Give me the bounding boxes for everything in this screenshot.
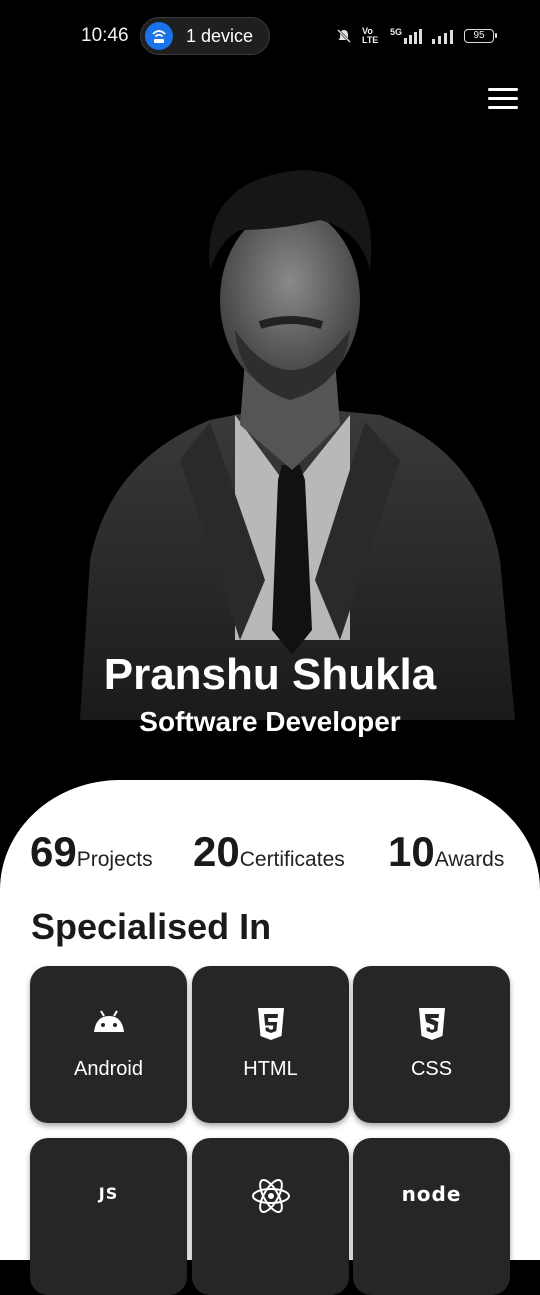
js-icon: JS [98,1184,119,1203]
stat-label: Awards [434,848,505,871]
stat-value: 69 [30,828,77,875]
android-icon [93,1010,124,1032]
stat-label: Projects [76,848,153,871]
network-label: 5G [389,27,402,37]
volte-label: Vo LTE [361,26,379,45]
nodejs-icon: node [401,1182,462,1206]
mute-bell-icon [337,29,351,43]
skill-label: Android [74,1058,143,1080]
hamburger-line [488,97,518,100]
content-sheet: 69 Projects 20 Certificates 10 Awards Sp… [0,780,540,1295]
stat-label: Certificates [239,848,345,871]
profile-photo [80,170,515,720]
html5-icon [257,1008,284,1040]
signal-icon [432,30,453,44]
system-icons: Vo LTE 5G 95 [336,26,497,46]
skill-card-node[interactable]: node [353,1138,510,1295]
profile-name: Pranshu Shukla [103,650,437,699]
hotspot-pill[interactable]: 1 device [140,17,270,55]
signal-5g-icon: 5G [390,28,422,44]
skill-card-react[interactable] [192,1138,349,1295]
status-bar: 10:46 1 device Vo LTE 5G 95 [0,0,540,72]
skill-card-css[interactable]: CSS [353,966,510,1123]
hamburger-line [488,88,518,91]
skill-card-html[interactable]: HTML [192,966,349,1123]
battery-icon: 95 [464,29,497,43]
skill-label: HTML [243,1058,298,1080]
status-time: 10:46 [81,25,129,46]
profile-role: Software Developer [139,706,401,737]
section-title: Specialised In [31,906,272,947]
skill-card-android[interactable]: Android [30,966,187,1123]
menu-button[interactable] [488,88,518,112]
hotspot-label: 1 device [186,26,254,46]
stat-value: 10 [388,828,435,875]
stat-value: 20 [193,828,240,875]
css3-icon [418,1008,445,1040]
skill-label: CSS [410,1058,453,1080]
react-icon [251,1179,290,1213]
hotspot-icon [145,22,173,50]
skill-card-js[interactable]: JS [30,1138,187,1295]
hamburger-line [488,106,518,109]
